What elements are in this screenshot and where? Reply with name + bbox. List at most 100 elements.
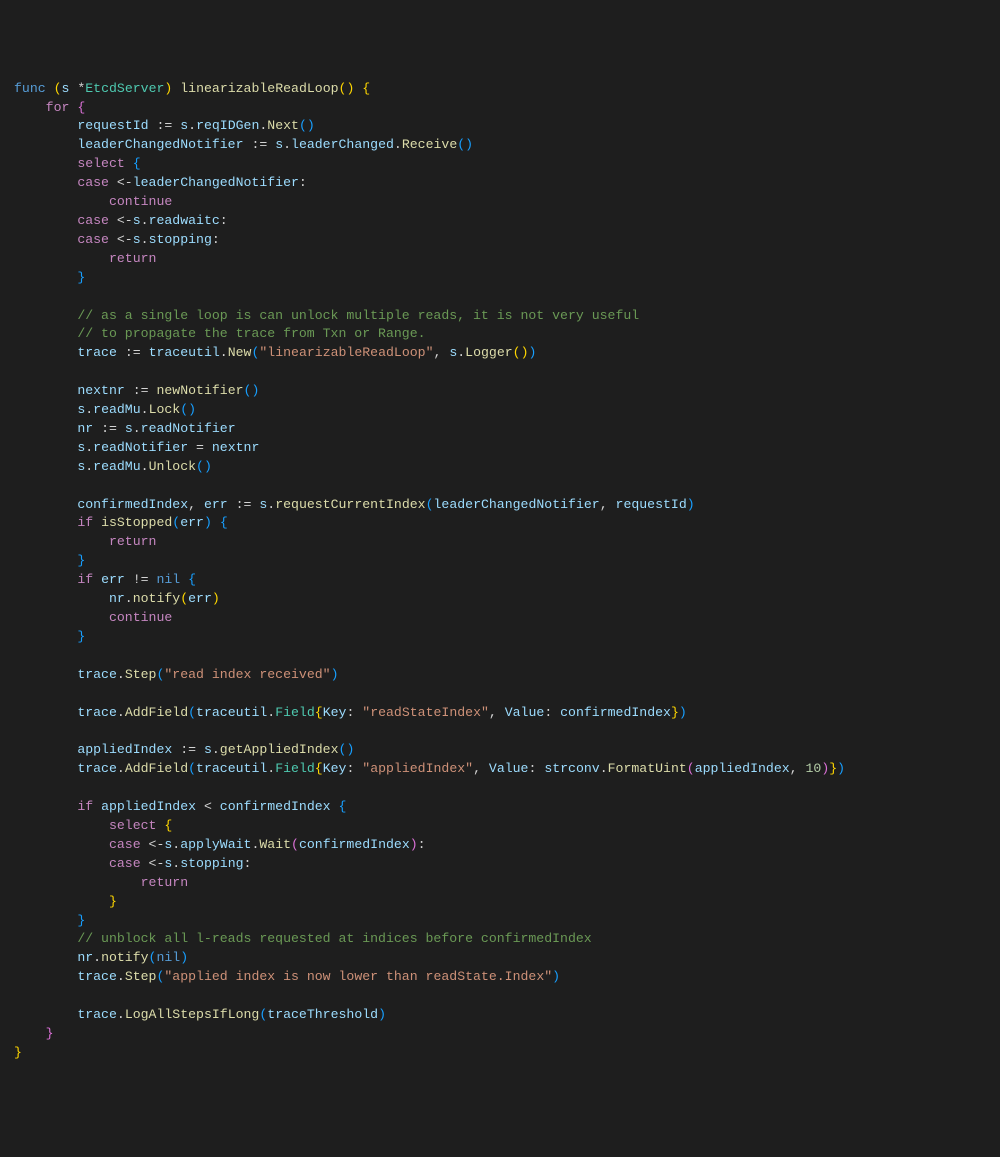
code-line[interactable]: leaderChangedNotifier := s.leaderChanged… — [0, 136, 1000, 155]
token-ctrl: case — [77, 213, 109, 228]
token-ident: Value — [489, 761, 529, 776]
code-line[interactable]: requestId := s.reqIDGen.Next() — [0, 117, 1000, 136]
token-op: := — [101, 421, 117, 436]
code-line[interactable]: if err != nil { — [0, 571, 1000, 590]
token-ident: appliedIndex — [77, 742, 172, 757]
token-str: "read index received" — [164, 667, 330, 682]
token-ident: s — [259, 497, 267, 512]
code-line[interactable]: nextnr := newNotifier() — [0, 382, 1000, 401]
code-line[interactable]: confirmedIndex, err := s.requestCurrentI… — [0, 496, 1000, 515]
code-line[interactable] — [0, 288, 1000, 307]
token-cmt: // unblock all l-reads requested at indi… — [77, 931, 591, 946]
code-line[interactable]: trace.Step("applied index is now lower t… — [0, 968, 1000, 987]
code-line[interactable]: } — [0, 269, 1000, 288]
code-line[interactable]: func (s *EtcdServer) linearizableReadLoo… — [0, 80, 1000, 99]
code-line[interactable]: if isStopped(err) { — [0, 514, 1000, 533]
code-line[interactable]: nr.notify(err) — [0, 590, 1000, 609]
code-line[interactable]: case <-s.stopping: — [0, 231, 1000, 250]
code-line[interactable]: case <-s.readwaitc: — [0, 212, 1000, 231]
token-kw: nil — [156, 950, 180, 965]
code-line[interactable]: continue — [0, 193, 1000, 212]
code-line[interactable] — [0, 363, 1000, 382]
code-line[interactable]: return — [0, 874, 1000, 893]
token-ident: traceutil — [196, 705, 267, 720]
token-str: "readStateIndex" — [362, 705, 489, 720]
token-ident: err — [188, 591, 212, 606]
code-line[interactable] — [0, 685, 1000, 704]
code-line[interactable]: trace.AddField(traceutil.Field{Key: "rea… — [0, 704, 1000, 723]
token-ident: readNotifier — [93, 440, 188, 455]
token-op: <- — [117, 213, 133, 228]
code-line[interactable]: trace.LogAllStepsIfLong(traceThreshold) — [0, 1006, 1000, 1025]
token-op: := — [180, 742, 196, 757]
token-ident: trace — [77, 1007, 117, 1022]
code-line[interactable]: s.readMu.Lock() — [0, 401, 1000, 420]
code-line[interactable]: case <-s.stopping: — [0, 855, 1000, 874]
code-line[interactable]: // unblock all l-reads requested at indi… — [0, 930, 1000, 949]
token-ident: applyWait — [180, 837, 251, 852]
token-op: := — [125, 345, 141, 360]
code-line[interactable] — [0, 987, 1000, 1006]
token-ident: s — [125, 421, 133, 436]
token-ctrl: case — [109, 837, 141, 852]
token-type: Field — [275, 705, 315, 720]
token-cmt: // to propagate the trace from Txn or Ra… — [77, 326, 425, 341]
code-line[interactable]: // as a single loop is can unlock multip… — [0, 307, 1000, 326]
code-line[interactable]: appliedIndex := s.getAppliedIndex() — [0, 741, 1000, 760]
code-line[interactable]: continue — [0, 609, 1000, 628]
code-line[interactable]: trace.Step("read index received") — [0, 666, 1000, 685]
token-ctrl: if — [77, 799, 93, 814]
code-line[interactable]: return — [0, 250, 1000, 269]
token-ident: readNotifier — [141, 421, 236, 436]
token-ident: readMu — [93, 459, 140, 474]
code-line[interactable]: } — [0, 1044, 1000, 1063]
token-func: linearizableReadLoop — [180, 81, 338, 96]
token-ident: s — [77, 440, 85, 455]
code-line[interactable]: trace.AddField(traceutil.Field{Key: "app… — [0, 760, 1000, 779]
token-ident: s — [449, 345, 457, 360]
token-type: EtcdServer — [85, 81, 164, 96]
token-kw: nil — [156, 572, 180, 587]
code-line[interactable] — [0, 477, 1000, 496]
token-ident: strconv — [544, 761, 599, 776]
token-ident: traceThreshold — [267, 1007, 378, 1022]
token-ctrl: return — [141, 875, 188, 890]
code-line[interactable]: // to propagate the trace from Txn or Ra… — [0, 325, 1000, 344]
token-func: newNotifier — [156, 383, 243, 398]
token-num: 10 — [806, 761, 822, 776]
code-line[interactable]: case <-s.applyWait.Wait(confirmedIndex): — [0, 836, 1000, 855]
token-func: New — [228, 345, 252, 360]
code-line[interactable]: trace := traceutil.New("linearizableRead… — [0, 344, 1000, 363]
token-ident: nr — [77, 421, 93, 436]
token-ident: confirmedIndex — [220, 799, 331, 814]
token-ident: leaderChangedNotifier — [434, 497, 600, 512]
token-op: <- — [117, 232, 133, 247]
code-line[interactable]: return — [0, 533, 1000, 552]
token-ident: s — [164, 837, 172, 852]
code-line[interactable]: } — [0, 912, 1000, 931]
token-ident: nr — [77, 950, 93, 965]
code-line[interactable]: s.readMu.Unlock() — [0, 458, 1000, 477]
code-line[interactable]: nr.notify(nil) — [0, 949, 1000, 968]
token-ident: s — [180, 118, 188, 133]
token-func: AddField — [125, 761, 188, 776]
code-line[interactable]: nr := s.readNotifier — [0, 420, 1000, 439]
token-str: "appliedIndex" — [362, 761, 473, 776]
code-line[interactable]: if appliedIndex < confirmedIndex { — [0, 798, 1000, 817]
code-line[interactable]: select { — [0, 155, 1000, 174]
token-op: <- — [149, 856, 165, 871]
code-line[interactable]: select { — [0, 817, 1000, 836]
token-ident: err — [180, 515, 204, 530]
code-line[interactable] — [0, 647, 1000, 666]
code-editor[interactable]: func (s *EtcdServer) linearizableReadLoo… — [0, 80, 1000, 1063]
token-op: <- — [149, 837, 165, 852]
code-line[interactable]: case <-leaderChangedNotifier: — [0, 174, 1000, 193]
code-line[interactable] — [0, 779, 1000, 798]
code-line[interactable]: s.readNotifier = nextnr — [0, 439, 1000, 458]
code-line[interactable]: } — [0, 552, 1000, 571]
code-line[interactable] — [0, 722, 1000, 741]
code-line[interactable]: } — [0, 628, 1000, 647]
code-line[interactable]: } — [0, 1025, 1000, 1044]
code-line[interactable]: for { — [0, 99, 1000, 118]
code-line[interactable]: } — [0, 893, 1000, 912]
